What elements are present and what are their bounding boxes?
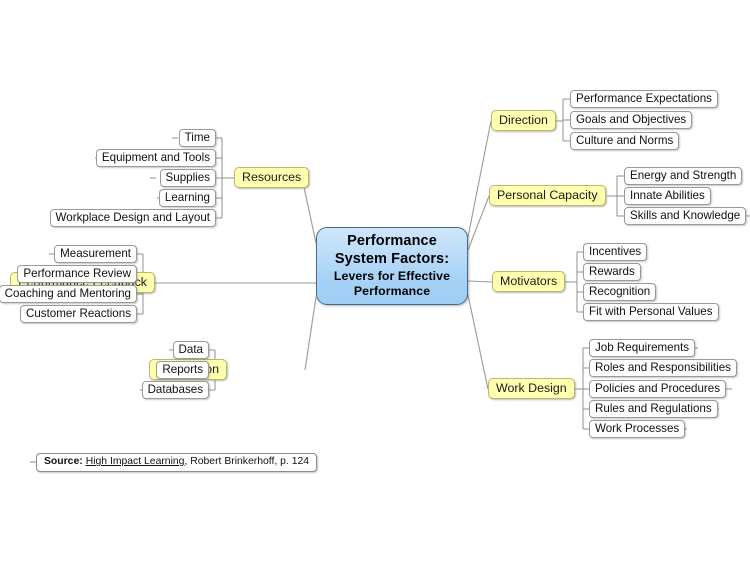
source-label: Source: [44, 456, 83, 468]
leaf-label: Data [178, 343, 204, 357]
leaf-label: Skills and Knowledge [630, 209, 741, 223]
leaf-label: Learning [164, 191, 210, 205]
leaf-label: Rewards [589, 265, 635, 279]
leaf-label: Workplace Design and Layout [55, 211, 210, 225]
leaf-label: Goals and Objectives [576, 113, 687, 127]
leaf-performance-expectations[interactable]: Performance Expectations [570, 90, 718, 108]
branch-direction-label: Direction [499, 113, 548, 128]
source-rest: , Robert Brinkerhoff, p. 124 [184, 456, 310, 468]
central-topic[interactable]: Performance System Factors: Levers for E… [316, 227, 468, 305]
leaf-label: Roles and Responsibilities [595, 361, 731, 375]
leaf-job-requirements[interactable]: Job Requirements [589, 339, 696, 357]
branch-work-design[interactable]: Work Design [488, 378, 575, 399]
leaf-culture-and-norms[interactable]: Culture and Norms [570, 132, 680, 150]
central-topic-line4: Performance [353, 283, 431, 298]
leaf-label: Incentives [589, 245, 642, 259]
leaf-fit-with-personal-values[interactable]: Fit with Personal Values [583, 303, 719, 321]
branch-resources-label: Resources [242, 170, 302, 185]
leaf-incentives[interactable]: Incentives [583, 243, 648, 261]
leaf-customer-reactions[interactable]: Customer Reactions [19, 305, 137, 323]
leaf-label: Supplies [165, 171, 210, 185]
source-title: High Impact Learning [85, 456, 185, 468]
leaf-time[interactable]: Time [178, 129, 216, 147]
leaf-label: Rules and Regulations [595, 402, 712, 416]
leaf-rewards[interactable]: Rewards [583, 263, 641, 281]
leaf-label: Innate Abilities [630, 189, 705, 203]
leaf-data[interactable]: Data [172, 341, 209, 359]
central-topic-line1: Performance [347, 233, 437, 250]
leaf-recognition[interactable]: Recognition [583, 283, 657, 301]
branch-personal-capacity-label: Personal Capacity [497, 188, 598, 203]
leaf-coaching-and-mentoring[interactable]: Coaching and Mentoring [0, 285, 137, 303]
leaf-policies-and-procedures[interactable]: Policies and Procedures [589, 380, 727, 398]
leaf-measurement[interactable]: Measurement [54, 245, 137, 263]
leaf-supplies[interactable]: Supplies [159, 169, 216, 187]
leaf-label: Customer Reactions [25, 307, 131, 321]
leaf-roles-and-responsibilities[interactable]: Roles and Responsibilities [589, 359, 737, 377]
branch-motivators[interactable]: Motivators [492, 271, 566, 292]
central-topic-line2: System Factors: [334, 251, 450, 267]
leaf-label: Culture and Norms [576, 134, 674, 148]
leaf-label: Databases [147, 383, 203, 397]
leaf-equipment-and-tools[interactable]: Equipment and Tools [95, 149, 216, 167]
leaf-workplace-design-and-layout[interactable]: Workplace Design and Layout [49, 209, 216, 227]
leaf-label: Equipment and Tools [101, 151, 210, 165]
leaf-databases[interactable]: Databases [141, 381, 209, 399]
leaf-learning[interactable]: Learning [158, 189, 216, 207]
leaf-goals-and-objectives[interactable]: Goals and Objectives [570, 111, 693, 129]
leaf-label: Job Requirements [595, 341, 690, 355]
branch-resources[interactable]: Resources [234, 167, 310, 188]
leaf-innate-abilities[interactable]: Innate Abilities [624, 187, 711, 205]
leaf-label: Policies and Procedures [595, 382, 721, 396]
branch-motivators-label: Motivators [500, 274, 558, 289]
leaf-energy-and-strength[interactable]: Energy and Strength [624, 167, 743, 185]
branch-personal-capacity[interactable]: Personal Capacity [489, 185, 606, 206]
leaf-label: Recognition [589, 285, 651, 299]
leaf-label: Measurement [60, 247, 131, 261]
branch-work-design-label: Work Design [496, 381, 567, 396]
mind-map-canvas: Performance System Factors: Levers for E… [0, 0, 750, 563]
central-topic-line3: Levers for Effective [333, 268, 451, 283]
leaf-label: Energy and Strength [630, 169, 737, 183]
leaf-performance-review[interactable]: Performance Review [17, 265, 137, 283]
source-note[interactable]: Source: High Impact Learning, Robert Brin… [36, 453, 318, 472]
leaf-label: Time [184, 131, 210, 145]
leaf-label: Performance Review [23, 267, 131, 281]
leaf-label: Coaching and Mentoring [4, 287, 131, 301]
leaf-rules-and-regulations[interactable]: Rules and Regulations [589, 400, 718, 418]
leaf-label: Reports [162, 363, 203, 377]
leaf-skills-and-knowledge[interactable]: Skills and Knowledge [624, 207, 747, 225]
leaf-label: Performance Expectations [576, 92, 712, 106]
leaf-reports[interactable]: Reports [156, 361, 209, 379]
branch-direction[interactable]: Direction [491, 110, 556, 131]
leaf-work-processes[interactable]: Work Processes [589, 420, 686, 438]
leaf-label: Work Processes [595, 422, 680, 436]
leaf-label: Fit with Personal Values [589, 305, 713, 319]
